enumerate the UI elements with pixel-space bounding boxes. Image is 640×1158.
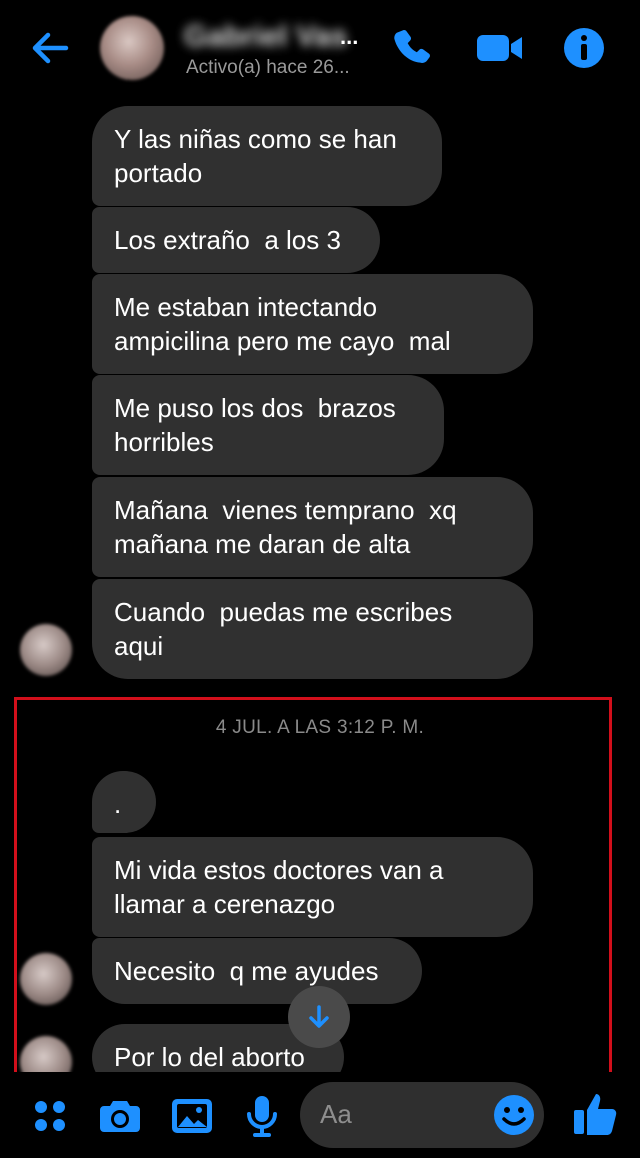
- message-input[interactable]: Aa: [300, 1082, 544, 1148]
- scroll-to-bottom-button[interactable]: [288, 986, 350, 1048]
- info-icon[interactable]: [560, 24, 608, 72]
- sender-avatar[interactable]: [20, 1036, 72, 1072]
- message-timestamp: 4 JUL. A LAS 3:12 P. M.: [215, 717, 425, 738]
- message-bubble[interactable]: Mañana vienes temprano xq mañana me dara…: [92, 477, 533, 577]
- message-bubble[interactable]: Y las niñas como se han portado: [92, 106, 442, 206]
- contact-avatar[interactable]: [100, 16, 164, 80]
- gallery-icon[interactable]: [168, 1092, 216, 1140]
- contact-name-ellipsis: ...: [340, 24, 359, 49]
- message-input-placeholder: Aa: [320, 1099, 352, 1129]
- back-arrow-icon[interactable]: [26, 24, 74, 72]
- thumbs-up-icon[interactable]: [570, 1088, 622, 1140]
- message-composer: Aa: [0, 1072, 640, 1158]
- emoji-icon[interactable]: [490, 1091, 538, 1139]
- message-bubble[interactable]: Me estaban intectando ampicilina pero me…: [92, 274, 533, 374]
- sender-avatar[interactable]: [20, 953, 72, 1005]
- apps-grid-icon[interactable]: [26, 1092, 74, 1140]
- message-bubble[interactable]: Necesito q me ayudes: [92, 938, 422, 1004]
- conversation-header: Gabriel Vas ... Activo(a) hace 26...: [0, 0, 640, 96]
- microphone-icon[interactable]: [238, 1092, 286, 1140]
- sender-avatar[interactable]: [20, 624, 72, 676]
- contact-name[interactable]: Gabriel Vas: [184, 20, 360, 52]
- message-bubble[interactable]: Los extraño a los 3: [92, 207, 380, 273]
- message-bubble[interactable]: Mi vida estos doctores van a llamar a ce…: [92, 837, 533, 937]
- message-bubble[interactable]: Me puso los dos brazos horribles: [92, 375, 444, 475]
- arrow-down-icon: [309, 1005, 329, 1028]
- message-list[interactable]: Y las niñas como se han portado Los extr…: [0, 96, 640, 1072]
- message-bubble[interactable]: Cuando puedas me escribes aqui: [92, 579, 533, 679]
- phone-icon[interactable]: [388, 24, 436, 72]
- video-camera-icon[interactable]: [474, 24, 526, 72]
- camera-icon[interactable]: [96, 1092, 144, 1140]
- message-bubble[interactable]: .: [92, 771, 156, 833]
- active-status: Activo(a) hace 26...: [186, 57, 350, 78]
